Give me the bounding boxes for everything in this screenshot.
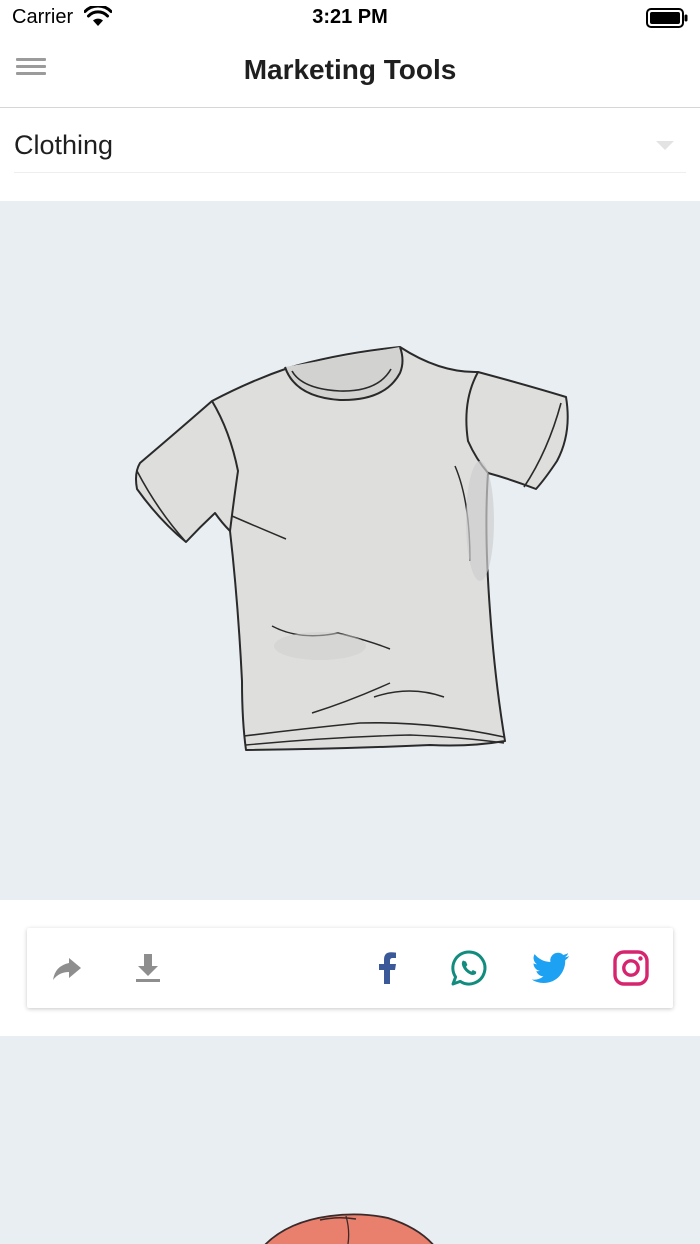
facebook-icon[interactable] xyxy=(366,946,410,990)
battery-icon xyxy=(646,8,688,28)
marketing-tools-screen: Carrier 3:21 PM Marketing Tools Clothing xyxy=(0,0,700,1244)
dropdown-arrow-icon xyxy=(656,141,674,150)
product-image-cap xyxy=(0,1036,700,1244)
twitter-icon[interactable] xyxy=(528,946,572,990)
tshirt-illustration xyxy=(135,346,569,751)
clock: 3:21 PM xyxy=(312,6,388,28)
page-title: Marketing Tools xyxy=(243,54,457,85)
cap-illustration xyxy=(264,1213,434,1244)
share-action-bar xyxy=(27,928,673,1008)
product-image-tshirt xyxy=(0,201,700,900)
status-bar: Carrier 3:21 PM xyxy=(0,0,700,36)
instagram-icon[interactable] xyxy=(609,946,653,990)
whatsapp-icon[interactable] xyxy=(447,946,491,990)
category-dropdown[interactable]: Clothing xyxy=(14,110,686,173)
nav-bar: Marketing Tools xyxy=(0,36,700,108)
download-icon[interactable] xyxy=(126,946,170,990)
category-selected-value: Clothing xyxy=(14,130,114,160)
share-icon[interactable] xyxy=(45,946,89,990)
